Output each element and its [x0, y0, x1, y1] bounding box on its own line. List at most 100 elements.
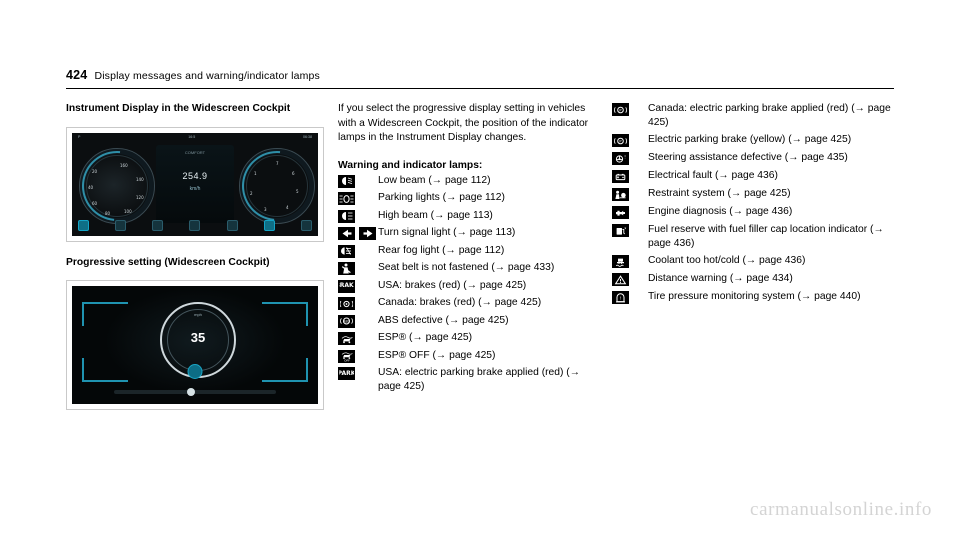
legend-icon-group	[612, 205, 648, 220]
legend-label: High beam (→ page 113)	[378, 209, 493, 221]
column-middle: If you select the progressive display se…	[338, 102, 596, 397]
brake-usa-icon: BRAKE	[338, 279, 355, 293]
legend-item: Low beam (→ page 112)	[338, 174, 596, 188]
legend-icon-group: !	[612, 151, 648, 166]
legend-item: Electrical fault (→ page 436)	[612, 169, 894, 184]
abs-icon: ABS	[338, 314, 355, 328]
legend-item: ABS ABS defective (→ page 425)	[338, 314, 596, 328]
legend-item: Distance warning (→ page 434)	[612, 272, 894, 287]
status-right: 06:38	[303, 134, 312, 139]
legend-item: Coolant too hot/cold (→ page 436)	[612, 254, 894, 269]
progressive-indicator-badge	[187, 364, 203, 379]
page-number: 424	[66, 68, 88, 82]
cluster-image: P 16:5 06:38 20 40 60 80 100 120 140 160…	[67, 132, 323, 236]
legend-icon-group	[338, 244, 378, 258]
legend-label: USA: electric parking brake applied (red…	[378, 367, 581, 392]
speedometer-tick-label: 100	[124, 208, 132, 214]
low-beam-icon	[338, 174, 355, 188]
indicator-lamp-icon	[152, 220, 164, 231]
legend-icon-group	[338, 209, 378, 223]
speedometer-tick-label: 120	[136, 194, 144, 200]
legend-icon-group	[338, 191, 378, 206]
status-left: P	[78, 134, 81, 139]
rear-fog-light-icon	[338, 244, 355, 258]
legend-label: ESP® OFF (→ page 425)	[378, 349, 496, 361]
legend-icon-group	[612, 272, 648, 287]
legend-item: ! Tire pressure monitoring system (→ pag…	[612, 290, 894, 305]
high-beam-icon	[338, 209, 355, 223]
fuel-reserve-icon	[612, 224, 629, 238]
legend-item: Rear fog light (→ page 112)	[338, 244, 596, 258]
progressive-image: mph 35	[72, 286, 318, 404]
speed-unit: km/h	[189, 185, 201, 192]
legend-icon-group	[612, 187, 648, 202]
brake-canada-icon	[338, 297, 355, 311]
electrical-fault-icon	[612, 170, 629, 184]
legend-item: ESP® (→ page 425)	[338, 331, 596, 346]
parking-brake-yellow-icon: P	[612, 134, 629, 148]
status-center: 16:5	[188, 134, 196, 139]
speedometer-tick-label: 80	[105, 210, 111, 216]
legend-item: P Electric parking brake (yellow) (→ pag…	[612, 133, 894, 148]
tachometer-tick-label: 2	[250, 190, 253, 196]
legend-heading: Warning and indicator lamps:	[338, 159, 483, 171]
legend-icon-group	[338, 331, 378, 346]
speed-value: 254.9	[182, 170, 208, 181]
progressive-slider	[114, 388, 276, 396]
legend-icon-group: !	[612, 290, 648, 305]
header-title: Display messages and warning/indicator l…	[94, 70, 320, 82]
legend-label: Tire pressure monitoring system (→ page …	[648, 291, 861, 303]
cluster-status-bar: P 16:5 06:38	[72, 135, 318, 143]
cluster-indicator-row	[78, 220, 312, 232]
legend-label: Canada: electric parking brake applied (…	[648, 103, 891, 128]
esp-off-icon: OFF	[338, 349, 355, 363]
legend-icon-group	[612, 169, 648, 184]
turn-signal-right-icon	[359, 227, 376, 241]
legend-icon-group: BRAKE	[338, 279, 378, 293]
indicator-lamp-icon	[226, 220, 238, 231]
legend-item: Engine diagnosis (→ page 436)	[612, 205, 894, 220]
restraint-system-icon	[612, 188, 629, 202]
legend-icon-group	[612, 254, 648, 269]
speedometer-tick-label: 140	[136, 176, 144, 182]
svg-text:ABS: ABS	[343, 320, 350, 324]
speedometer-tick-label: 160	[120, 162, 128, 168]
legend-label: Parking lights (→ page 112)	[378, 192, 505, 204]
turn-signal-left-icon	[338, 227, 355, 241]
seat-belt-icon	[338, 262, 355, 276]
legend-label: Fuel reserve with fuel filler cap locati…	[648, 224, 884, 249]
parking-lights-icon	[338, 192, 355, 206]
legend-icon-group: P	[612, 102, 648, 116]
header-divider	[66, 88, 894, 89]
svg-text:!: !	[624, 154, 626, 159]
legend-label: Coolant too hot/cold (→ page 436)	[648, 255, 806, 267]
legend-item: ! Steering assistance defective (→ page …	[612, 151, 894, 166]
corner-bracket-bottom-left	[82, 358, 128, 382]
legend-item: Seat belt is not fastened (→ page 433)	[338, 261, 596, 276]
legend-label: ABS defective (→ page 425)	[378, 314, 509, 326]
legend-label: ESP® (→ page 425)	[378, 332, 473, 344]
legend-icon-group	[612, 223, 648, 238]
column-right: P Canada: electric parking brake applied…	[612, 102, 894, 308]
speedometer-dial: 20 40 60 80 100 120 140 160	[67, 136, 167, 235]
tachometer-tick-label: 3	[264, 206, 267, 212]
column-left: Instrument Display in the Widescreen Coc…	[66, 102, 324, 410]
legend-icon-group: ABS	[338, 314, 378, 328]
svg-text:!: !	[620, 296, 622, 301]
svg-text:OFF: OFF	[344, 358, 350, 361]
speedometer-tick-label: 40	[88, 184, 94, 190]
legend-item: P Canada: electric parking brake applied…	[612, 102, 894, 129]
section-title-progressive-setting: Progressive setting (Widescreen Cockpit)	[66, 256, 270, 268]
legend-label: Restraint system (→ page 425)	[648, 188, 791, 200]
tachometer-tick-label: 1	[254, 170, 257, 176]
legend-item: Fuel reserve with fuel filler cap locati…	[612, 223, 894, 250]
tachometer-tick-label: 6	[292, 170, 295, 176]
legend-item: OFF ESP® OFF (→ page 425)	[338, 349, 596, 363]
park-icon: PARK	[338, 367, 355, 381]
indicator-lamp-icon	[189, 220, 201, 231]
speedometer-tick-label: 20	[92, 168, 98, 174]
steering-assist-icon: !	[612, 152, 629, 166]
progressive-speed-unit: mph	[194, 312, 202, 317]
tachometer-tick-label: 4	[286, 204, 289, 210]
indicator-lamp-icon	[263, 220, 275, 231]
